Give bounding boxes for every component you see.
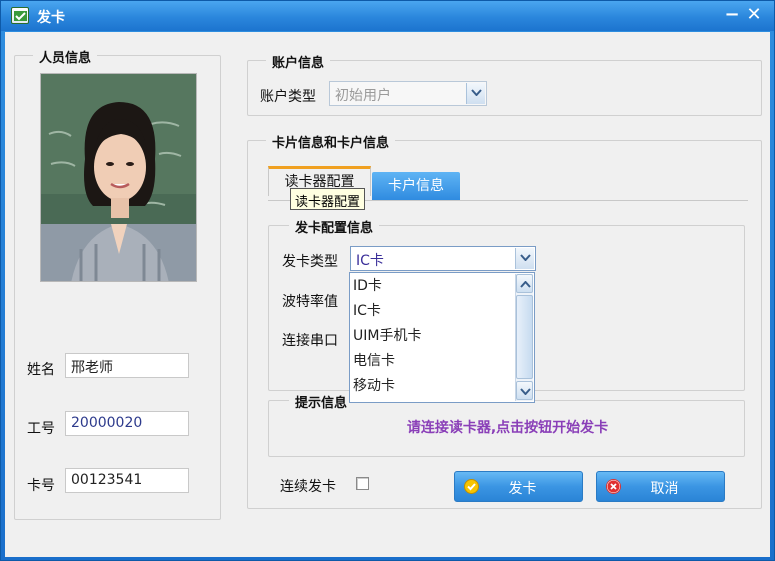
tip-message: 请连接读卡器,点击按钮开始发卡	[406, 420, 609, 436]
account-type-select[interactable]: 初始用户	[329, 81, 487, 106]
close-button[interactable]: ✕	[745, 6, 763, 25]
card-type-option[interactable]: 电信卡	[353, 349, 395, 373]
window-client-area: 人员信息 姓名 邢老师 工号 20000020 卡号 00123541 账户信息…	[5, 32, 770, 557]
dropdown-arrow-icon[interactable]	[515, 248, 534, 269]
card-type-option[interactable]: IC卡	[353, 299, 381, 323]
account-info-legend: 账户信息	[266, 52, 331, 71]
card-type-option[interactable]: 移动卡	[353, 374, 395, 398]
minimize-button[interactable]: −	[723, 6, 741, 25]
name-field[interactable]: 邢老师	[65, 353, 189, 378]
person-photo	[40, 73, 197, 282]
scroll-down-icon[interactable]	[516, 381, 533, 400]
cancel-label: 取消	[650, 481, 679, 497]
account-type-value: 初始用户	[335, 88, 391, 104]
employee-id-label: 工号	[27, 421, 55, 437]
tip-info-legend: 提示信息	[289, 392, 354, 411]
card-type-option[interactable]: UIM手机卡	[353, 324, 421, 348]
card-type-label: 发卡类型	[282, 254, 338, 270]
card-config-legend: 发卡配置信息	[289, 217, 380, 236]
employee-id-field[interactable]: 20000020	[65, 411, 189, 436]
issue-card-label: 发卡	[508, 481, 537, 497]
baud-rate-label: 波特率值	[282, 294, 338, 310]
cancel-button[interactable]: 取消	[596, 471, 725, 502]
tab-tooltip: 读卡器配置	[290, 188, 366, 210]
tab-cardholder-info[interactable]: 卡户信息	[372, 172, 460, 200]
continuous-issue-label: 连续发卡	[280, 479, 336, 495]
card-type-value: IC卡	[356, 253, 384, 269]
title-bar: 发卡 − ✕	[1, 1, 774, 31]
dropdown-scrollbar[interactable]	[515, 274, 533, 401]
scroll-up-icon[interactable]	[516, 274, 533, 293]
dropdown-arrow-icon[interactable]	[466, 83, 485, 104]
tip-info-group: 提示信息 请连接读卡器,点击按钮开始发卡	[268, 392, 745, 457]
card-type-select[interactable]: IC卡	[350, 246, 536, 271]
card-type-option[interactable]: ID卡	[353, 274, 382, 298]
name-label: 姓名	[27, 362, 55, 378]
account-info-group: 账户信息 账户类型 初始用户	[247, 52, 762, 116]
issue-card-button[interactable]: 发卡	[454, 471, 583, 502]
card-number-field[interactable]: 00123541	[65, 468, 189, 493]
person-info-legend: 人员信息	[33, 47, 98, 66]
card-type-dropdown-list: ID卡 IC卡 UIM手机卡 电信卡 移动卡	[349, 272, 535, 403]
account-type-label: 账户类型	[260, 89, 316, 105]
continuous-issue-checkbox[interactable]	[356, 477, 369, 490]
card-number-label: 卡号	[27, 478, 55, 494]
window-title: 发卡	[37, 10, 65, 26]
scrollbar-thumb[interactable]	[516, 295, 533, 379]
window-app-icon	[11, 7, 29, 24]
serial-port-label: 连接串口	[282, 333, 338, 349]
card-info-group: 卡片信息和卡户信息 读卡器配置 卡户信息 读卡器配置 发卡配置信息 发卡类型 I…	[247, 132, 762, 509]
card-info-legend: 卡片信息和卡户信息	[266, 132, 396, 151]
person-info-group: 人员信息 姓名 邢老师 工号 20000020 卡号 00123541	[14, 47, 221, 520]
issue-card-window: 发卡 − ✕ 人员信息 姓名 邢老师 工号 20000020 卡号 001235…	[0, 0, 775, 561]
